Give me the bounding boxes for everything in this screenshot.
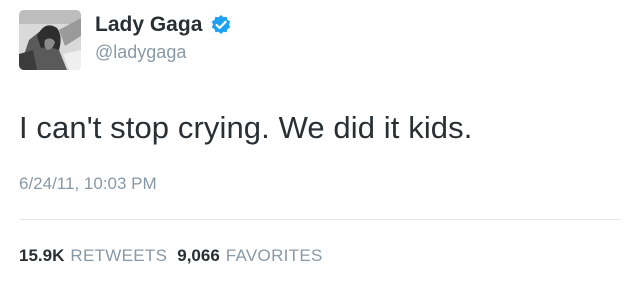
- favorites-label: FAVORITES: [225, 246, 323, 265]
- tweet-text: I can't stop crying. We did it kids.: [19, 110, 473, 145]
- avatar[interactable]: [19, 10, 81, 70]
- author-display-name[interactable]: Lady Gaga: [95, 13, 202, 37]
- avatar-photo: [19, 10, 81, 70]
- favorites-stat[interactable]: 9,066 FAVORITES: [177, 246, 322, 266]
- tweet-stats: 15.9K RETWEETS 9,066 FAVORITES: [19, 246, 333, 266]
- favorites-count: 9,066: [177, 246, 220, 265]
- divider: [19, 219, 620, 220]
- retweets-stat[interactable]: 15.9K RETWEETS: [19, 246, 167, 266]
- author-handle[interactable]: @ladygaga: [95, 42, 186, 63]
- author-name-row: Lady Gaga: [95, 10, 232, 40]
- verified-badge-icon: [210, 14, 232, 36]
- tweet-timestamp[interactable]: 6/24/11, 10:03 PM: [19, 174, 157, 194]
- retweets-count: 15.9K: [19, 246, 65, 265]
- retweets-label: RETWEETS: [70, 246, 168, 265]
- tweet-card: Lady Gaga @ladygaga I can't stop crying.…: [0, 0, 640, 285]
